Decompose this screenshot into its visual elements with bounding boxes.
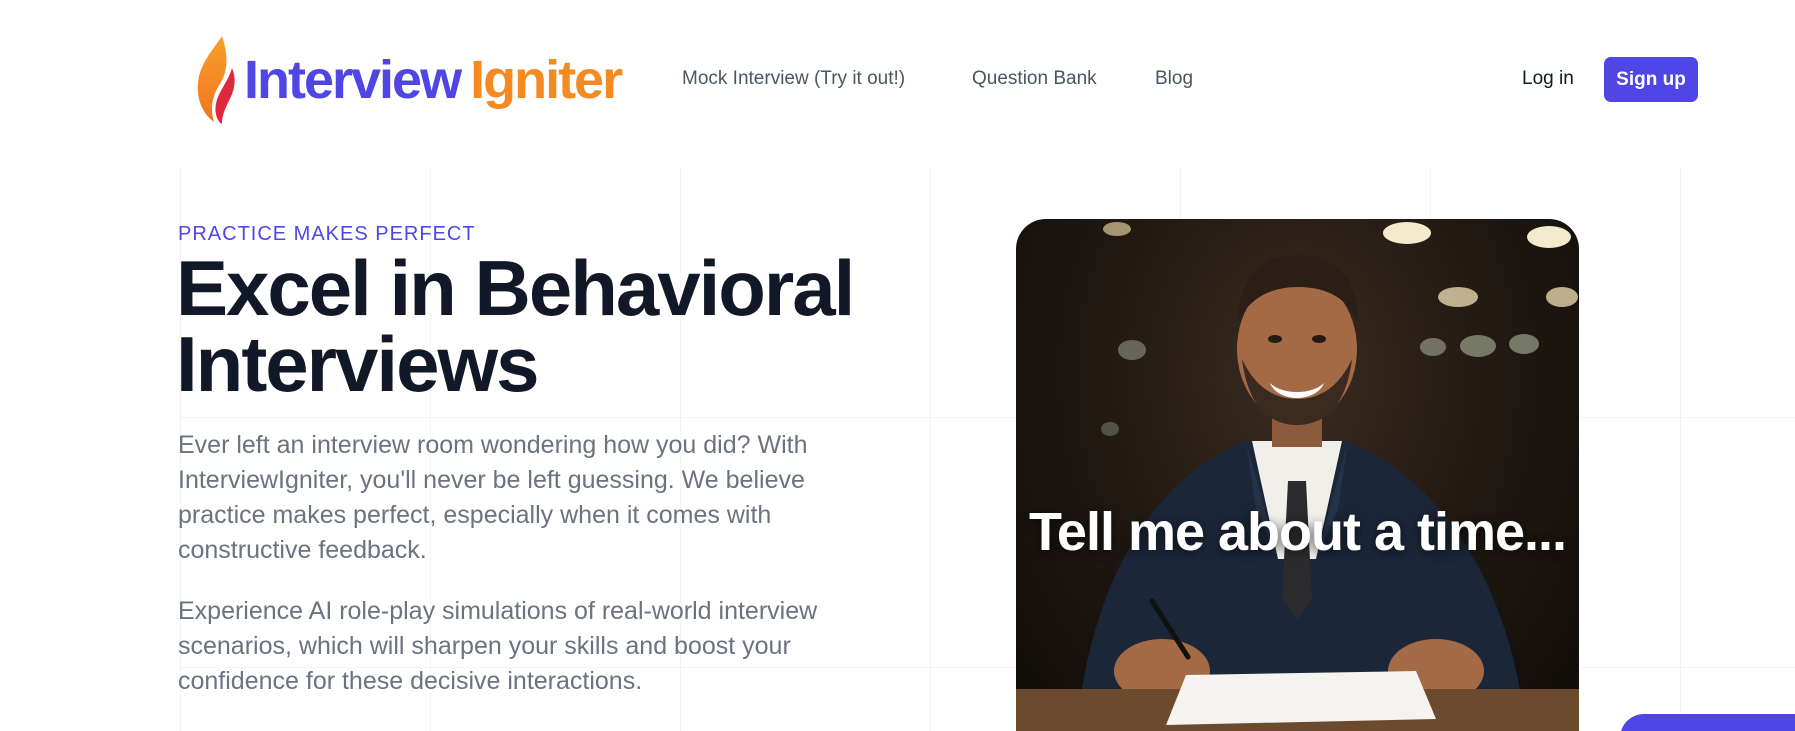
nav-question-bank[interactable]: Question Bank <box>972 68 1097 90</box>
floating-action-button[interactable] <box>1620 714 1795 731</box>
site-header: Interview Igniter Mock Interview (Try it … <box>0 0 1795 160</box>
image-caption: Tell me about a time... <box>1028 502 1567 562</box>
nav-blog[interactable]: Blog <box>1155 68 1193 90</box>
interviewer-photo <box>1016 222 1579 731</box>
login-link[interactable]: Log in <box>1522 68 1574 90</box>
hero-eyebrow: PRACTICE MAKES PERFECT <box>178 223 476 245</box>
flame-icon <box>197 36 235 124</box>
hero-headline: Excel in Behavioral Interviews <box>176 249 896 403</box>
hero-image: Tell me about a time... <box>1016 219 1579 731</box>
hero-paragraph-2: Experience AI role-play simulations of r… <box>178 597 818 695</box>
logo-text-part2: Igniter <box>470 50 623 110</box>
logo-text: Interview Igniter <box>244 50 623 110</box>
hero-paragraph-1: Ever left an interview room wondering ho… <box>178 431 808 564</box>
headline-line-1: Excel in Behavioral <box>176 244 855 332</box>
signup-button[interactable]: Sign up <box>1604 57 1698 102</box>
logo-text-part1: Interview <box>244 50 462 110</box>
logo[interactable]: Interview Igniter <box>192 34 623 126</box>
nav-mock-interview[interactable]: Mock Interview (Try it out!) <box>682 68 905 90</box>
headline-line-2: Interviews <box>176 320 540 408</box>
